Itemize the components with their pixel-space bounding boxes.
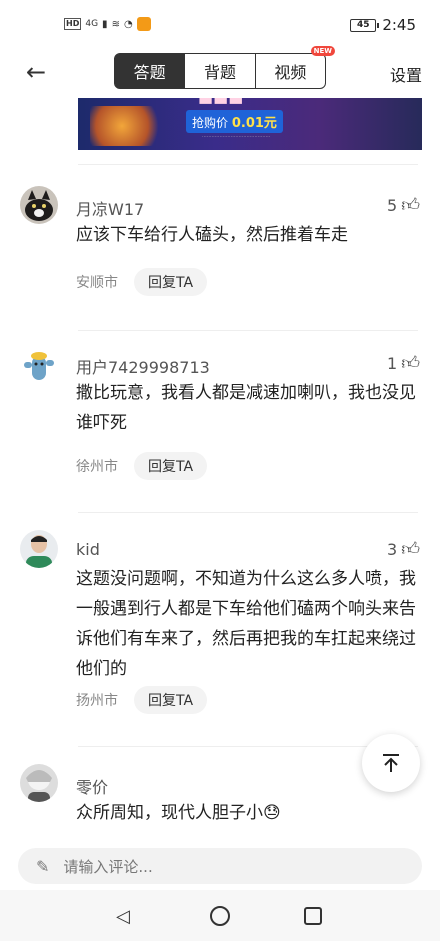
comment-text: 撒比玩意，我看人都是减速加喇叭，我也没见谁吓死	[76, 383, 416, 433]
reply-button[interactable]: 回复TA	[134, 686, 208, 714]
settings-button[interactable]: 设置	[390, 62, 422, 86]
divider	[78, 330, 418, 331]
comment-meta: 徐州市 回复TA	[76, 452, 208, 480]
comment-username[interactable]: 零价	[76, 774, 108, 798]
tab-recite[interactable]: 背题	[185, 54, 256, 88]
banner-title-graphic: ▬▬▬	[198, 98, 244, 109]
weibo-icon: ◔	[123, 18, 133, 30]
thumbs-up-icon: 👍︎	[401, 195, 420, 216]
reply-button[interactable]: 回复TA	[134, 452, 208, 480]
comment-text: 众所周知，现代人胆子小😓	[76, 803, 281, 823]
like-count: 5	[387, 195, 398, 215]
network-indicator: 4G	[85, 19, 99, 29]
comment-location: 徐州市	[76, 459, 118, 475]
avatar[interactable]	[20, 346, 58, 384]
reply-button[interactable]: 回复TA	[134, 268, 208, 296]
thumbs-up-icon: 👍︎	[401, 539, 420, 560]
hd-indicator: HD	[64, 18, 82, 30]
tab-answer[interactable]: 答题	[115, 54, 186, 88]
like-count: 3	[387, 539, 398, 559]
status-left: HD 4G ▮ ≋ ◔	[64, 17, 151, 31]
nav-back-icon[interactable]: ◁	[116, 906, 130, 927]
thumbs-up-icon: 👍︎	[401, 353, 420, 374]
back-arrow-icon[interactable]: ←	[26, 58, 46, 86]
new-badge: NEW	[310, 46, 335, 56]
comment-meta: 安顺市 回复TA	[76, 268, 208, 296]
tab-recite-label: 背题	[203, 63, 236, 82]
avatar[interactable]	[20, 764, 58, 802]
banner-graphic	[90, 106, 170, 146]
clock: 2:45	[382, 16, 416, 34]
nav-recent-apps-icon[interactable]	[304, 907, 322, 925]
ad-banner[interactable]: ▬▬▬ 抢购价 0.01元 ··························…	[78, 98, 422, 150]
top-header: ← 答题 背题 视频 NEW 设置	[0, 46, 440, 98]
mode-tabs: 答题 背题 视频 NEW	[114, 46, 335, 89]
like-button[interactable]: 3 👍︎	[387, 538, 420, 560]
comment-meta: 扬州市 回复TA	[76, 686, 208, 714]
cactus-avatar-image	[20, 346, 58, 384]
comment-input-placeholder: 请输入评论...	[63, 857, 153, 876]
comment-text: 这题没问题啊，不知道为什么这么多人喷，我一般遇到行人都是下车给他们磕两个响头来告…	[76, 569, 416, 679]
divider	[78, 512, 418, 513]
like-button[interactable]: 1 👍︎	[387, 352, 420, 374]
avatar[interactable]	[20, 530, 58, 568]
signal-icon: ▮	[102, 18, 108, 30]
avatar[interactable]	[20, 186, 58, 224]
tab-video-label: 视频	[274, 63, 307, 82]
banner-price: 抢购价 0.01元	[186, 110, 283, 133]
banner-price-label: 抢购价	[192, 116, 229, 130]
anime-avatar-image	[20, 764, 58, 802]
wifi-icon: ≋	[111, 18, 120, 30]
banner-fine-print: ········································…	[202, 134, 271, 140]
system-nav-bar: ◁	[0, 890, 440, 941]
comment-text: 应该下车给行人磕头，然后推着车走	[76, 225, 348, 245]
banner-price-value: 0.01元	[231, 116, 277, 131]
like-button[interactable]: 5 👍︎	[387, 194, 420, 216]
comment-location: 安顺市	[76, 275, 118, 291]
comment-input[interactable]: ✎ 请输入评论...	[18, 848, 422, 884]
comment-username[interactable]: 月凉W17	[76, 196, 144, 220]
app-notification-icon	[136, 17, 151, 31]
comment-username[interactable]: kid	[76, 540, 100, 559]
cat-avatar-image	[20, 186, 58, 224]
comment-username[interactable]: 用户7429998713	[76, 354, 210, 378]
tab-answer-label: 答题	[133, 63, 166, 82]
comment-location: 扬州市	[76, 693, 118, 709]
status-bar: HD 4G ▮ ≋ ◔ 45 2:45	[0, 0, 440, 48]
status-right: 45 2:45	[350, 16, 416, 34]
nav-home-icon[interactable]	[210, 906, 230, 926]
scroll-to-top-button[interactable]	[362, 734, 420, 792]
person-avatar-image	[20, 530, 58, 568]
pen-icon: ✎	[36, 856, 50, 876]
scroll-to-top-icon	[383, 754, 399, 772]
battery-icon: 45	[350, 18, 380, 32]
like-count: 1	[387, 353, 398, 373]
divider	[78, 164, 418, 165]
tab-video[interactable]: 视频 NEW	[256, 46, 335, 88]
